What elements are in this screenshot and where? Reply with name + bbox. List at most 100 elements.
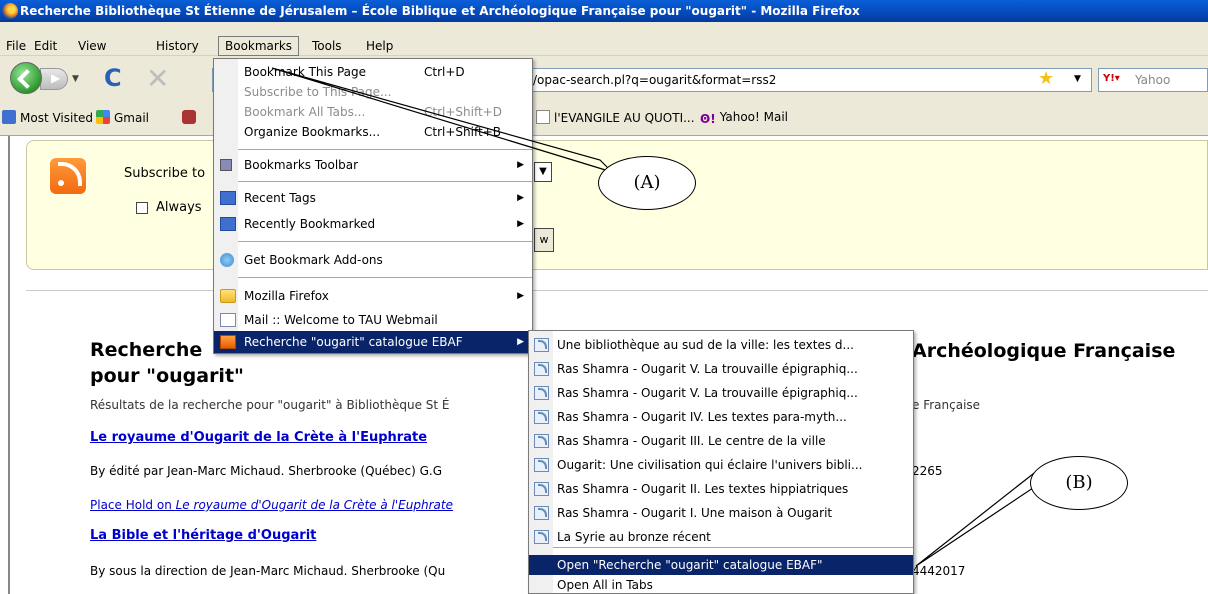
feed-item-icon <box>534 410 549 424</box>
content-left-border <box>8 136 10 594</box>
subscribe-now-button[interactable]: w <box>534 228 554 252</box>
result-author-right: 2265 <box>912 464 943 478</box>
organize-bookmarks-item[interactable]: Organize Bookmarks... Ctrl+Shift+B <box>214 121 532 143</box>
menu-history[interactable]: History <box>150 36 205 56</box>
submenu-arrow-icon: ▶ <box>517 337 524 347</box>
feed-item-icon <box>534 506 549 520</box>
feed-item-icon <box>534 362 549 376</box>
forward-arrow-icon: ▶ <box>51 71 61 85</box>
tag-folder-icon <box>220 191 236 205</box>
bookmark-evangile[interactable]: l'EVANGILE AU QUOTI... <box>536 110 695 125</box>
rss-feed-icon <box>50 158 86 194</box>
feed-entry-item[interactable]: Ras Shamra - Ougarit I. Une maison à Oug… <box>529 501 913 525</box>
star-icon[interactable]: ★ <box>1038 70 1054 88</box>
live-bookmark-icon <box>220 335 236 349</box>
yahoo-mail-icon: Ꙩ! <box>700 112 716 126</box>
submenu-arrow-icon: ▶ <box>517 291 524 301</box>
ebaf-feed-item[interactable]: Recherche "ougarit" catalogue EBAF ▶ <box>214 331 532 353</box>
tau-webmail-item[interactable]: Mail :: Welcome to TAU Webmail <box>214 309 532 331</box>
menu-tools[interactable]: Tools <box>306 36 348 56</box>
feed-item-icon <box>534 482 549 496</box>
feed-entry-item[interactable]: Ras Shamra - Ougarit V. La trouvaille ép… <box>529 381 913 405</box>
url-text: /opac-search.pl?q=ougarit&format=rss2 <box>533 73 777 87</box>
menu-separator <box>238 149 532 150</box>
stop-icon[interactable]: ✕ <box>146 62 169 95</box>
result-author-right: 4442017 <box>912 564 966 578</box>
back-arrow-icon[interactable] <box>10 62 42 94</box>
always-checkbox[interactable] <box>136 202 148 214</box>
page-icon <box>536 110 550 124</box>
feed-item-icon <box>534 530 549 544</box>
get-bookmark-addons-item[interactable]: Get Bookmark Add-ons <box>214 249 532 271</box>
forward-button[interactable]: ▶ <box>40 68 68 90</box>
feed-submenu: Une bibliothèque au sud de la ville: les… <box>528 330 914 594</box>
submenu-arrow-icon: ▶ <box>517 193 524 203</box>
bookmarks-toolbar-item[interactable]: Bookmarks Toolbar ▶ <box>214 154 532 176</box>
subscribe-to-page-item[interactable]: Subscribe to This Page... <box>214 81 532 103</box>
result-author: By édité par Jean-Marc Michaud. Sherbroo… <box>90 464 443 478</box>
history-dropdown-icon[interactable]: ▼ <box>72 74 79 84</box>
firefox-logo-icon <box>2 3 18 19</box>
feed-entry-item[interactable]: Ras Shamra - Ougarit III. Le centre de l… <box>529 429 913 453</box>
menu-separator <box>553 547 913 548</box>
feed-subscribe-panel <box>26 140 1208 270</box>
url-dropdown-icon[interactable]: ▼ <box>1074 74 1081 84</box>
menu-separator <box>238 241 532 242</box>
result-title-link[interactable]: Le royaume d'Ougarit de la Crète à l'Eup… <box>90 430 427 445</box>
recent-tags-item[interactable]: Recent Tags ▶ <box>214 187 532 209</box>
search-input[interactable]: Y!▾ Yahoo <box>1098 68 1208 92</box>
results-intro: Résultats de la recherche pour "ougarit"… <box>90 398 450 412</box>
gmail-icon <box>96 110 110 124</box>
place-hold-link[interactable]: Place Hold on Le royaume d'Ougarit de la… <box>90 498 453 512</box>
feed-reader-dropdown[interactable]: ▼ <box>534 162 552 182</box>
feed-entry-item[interactable]: Une bibliothèque au sud de la ville: les… <box>529 333 913 357</box>
menu-view[interactable]: View <box>72 36 112 56</box>
menu-bookmarks[interactable]: Bookmarks <box>218 36 300 56</box>
bookmark-this-page-item[interactable]: Bookmark This Page Ctrl+D <box>214 61 532 83</box>
open-feed-item[interactable]: Open "Recherche "ougarit" catalogue EBAF… <box>529 555 913 575</box>
feed-entry-item[interactable]: Ras Shamra - Ougarit IV. Les textes para… <box>529 405 913 429</box>
feed-item-icon <box>534 434 549 448</box>
bookmarks-toolbar: Most Visited Gmail l'EVANGILE AU QUOTI..… <box>0 100 1208 136</box>
open-all-in-tabs-item[interactable]: Open All in Tabs <box>529 575 913 594</box>
feed-entry-item[interactable]: La Syrie au bronze récent <box>529 525 913 549</box>
menu-separator <box>238 181 532 182</box>
page-title: Recherche <box>90 339 203 361</box>
recently-bookmarked-item[interactable]: Recently Bookmarked ▶ <box>214 213 532 235</box>
bookmark-all-tabs-item[interactable]: Bookmark All Tabs... Ctrl+Shift+D <box>214 101 532 123</box>
bookmarks-toolbar-icon <box>220 159 232 171</box>
page-title-right: Archéologique Française <box>912 340 1176 362</box>
recent-folder-icon <box>220 217 236 231</box>
bookmark-yahoo-mail[interactable]: Ꙩ! Yahoo! Mail <box>700 110 788 126</box>
feed-item-icon <box>534 386 549 400</box>
menu-edit[interactable]: Edit <box>28 36 63 56</box>
folder-icon <box>220 289 236 303</box>
submenu-arrow-icon: ▶ <box>517 219 524 229</box>
folder-icon <box>2 110 16 124</box>
feed-item-icon <box>534 338 549 352</box>
bookmark-most-visited[interactable]: Most Visited <box>2 110 93 125</box>
mozilla-firefox-folder-item[interactable]: Mozilla Firefox ▶ <box>214 285 532 307</box>
menu-bar: File Edit View History Bookmarks Tools H… <box>0 22 1208 56</box>
search-placeholder: Yahoo <box>1135 73 1171 87</box>
bookmark-gmail[interactable]: Gmail <box>96 110 149 125</box>
feed-item-icon <box>534 458 549 472</box>
annotation-b: (B) <box>1030 456 1128 510</box>
page-title-line2: pour "ougarit" <box>90 365 244 387</box>
addons-icon <box>220 253 234 267</box>
yahoo-search-icon[interactable]: Y!▾ <box>1103 73 1120 84</box>
bookmarks-menu: Bookmark This Page Ctrl+D Subscribe to Th… <box>213 58 533 354</box>
results-intro-right: e Française <box>912 398 981 412</box>
annotation-a: (A) <box>598 156 696 210</box>
navigation-toolbar: ▶ ▼ C ✕ /opac-search.pl?q=ougarit&format… <box>0 56 1208 100</box>
feed-entry-item[interactable]: Ras Shamra - Ougarit V. La trouvaille ép… <box>529 357 913 381</box>
reload-icon[interactable]: C <box>104 64 122 92</box>
result-title-link[interactable]: La Bible et l'héritage d'Ougarit <box>90 528 316 543</box>
feed-entry-item[interactable]: Ras Shamra - Ougarit II. Les textes hipp… <box>529 477 913 501</box>
window-title: Recherche Bibliothèque St Étienne de Jér… <box>20 4 860 18</box>
shield-icon <box>182 110 196 124</box>
feed-entry-item[interactable]: Ougarit: Une civilisation qui éclaire l'… <box>529 453 913 477</box>
menu-help[interactable]: Help <box>360 36 399 56</box>
bookmark-shield[interactable] <box>182 110 200 125</box>
submenu-arrow-icon: ▶ <box>517 160 524 170</box>
